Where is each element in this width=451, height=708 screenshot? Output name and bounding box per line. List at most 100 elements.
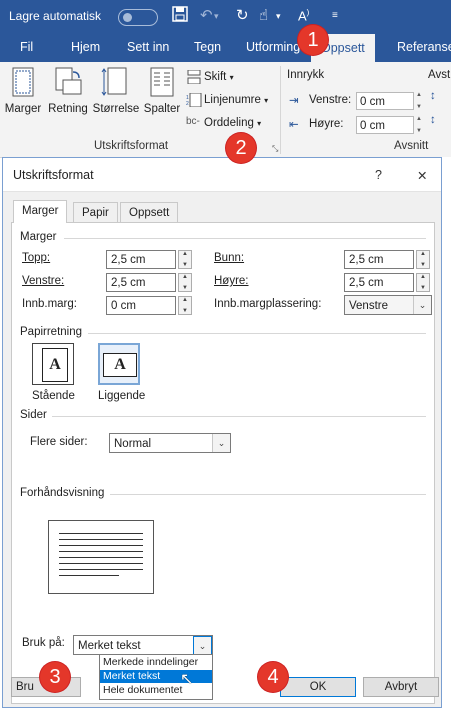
gutter-position-value: Venstre [349,300,388,312]
tab-file[interactable]: Fil [20,40,33,54]
landscape-option[interactable]: A [98,343,140,385]
left-margin-spinner[interactable] [178,273,192,292]
multiple-pages-select[interactable]: Normal ⌄ [109,433,231,453]
tab-design[interactable]: Utforming [246,40,300,54]
columns-label: Spalter [143,103,181,115]
page-setup-group-label: Utskriftsformat [94,140,169,152]
indent-left-input[interactable]: 0 cm [356,92,414,110]
columns-button[interactable]: Spalter [142,66,182,115]
callout-badge-1: 1 [298,25,328,55]
columns-icon [147,66,177,100]
svg-text:2: 2 [186,101,189,107]
divider [88,333,426,334]
orientation-section-title: Papirretning [20,326,83,338]
tab-references[interactable]: Referanser [397,40,451,54]
tab-layout-dialog[interactable]: Oppsett [120,202,179,223]
bottom-margin-input[interactable]: 2,5 cm [344,250,414,269]
breaks-label: Skift [204,71,227,84]
top-label: Topp: [22,252,51,264]
apply-to-dropdown-list: Merkede inndelinger Merket tekst Hele do… [99,654,213,700]
gutter-position-select[interactable]: Venstre ⌄ [344,295,432,315]
pages-section-title: Sider [20,409,47,421]
title-bar: Lagre automatisk ↶ ▾ ↻ ☝ ▾ A) ≡ [0,0,451,34]
indent-left-label: Venstre: [309,94,352,106]
page-preview [48,520,154,594]
indent-right-input[interactable]: 0 cm [356,116,414,134]
left-margin-input[interactable]: 2,5 cm [106,273,176,292]
redo-icon[interactable]: ↻ [236,6,249,24]
breaks-icon [186,69,202,85]
breaks-button[interactable]: Skift ▾ [186,69,234,85]
hyphenation-button[interactable]: bc- Orddeling ▾ [186,116,261,130]
size-button[interactable]: Størrelse [92,66,140,115]
orientation-icon [53,66,83,100]
size-icon [101,66,131,100]
apply-option-selected-text[interactable]: Merket tekst [100,670,212,683]
portrait-option[interactable]: A [32,343,74,385]
touch-mode-icon[interactable]: ☝ [259,6,268,24]
mouse-cursor-icon: ↖ [180,671,194,688]
undo-icon[interactable]: ↶ [200,6,213,24]
spacing-before-icon: ↕ [430,90,436,102]
right-margin-spinner[interactable] [416,273,430,292]
bottom-margin-spinner[interactable] [416,250,430,269]
indent-left-spinner[interactable] [416,92,426,110]
touch-dropdown-icon[interactable]: ▾ [276,11,281,22]
ok-button[interactable]: OK [280,677,356,697]
right-margin-input[interactable]: 2,5 cm [344,273,414,292]
spacing-title: Avst [428,69,451,81]
ribbon-tabs: Fil Hjem Sett inn Tegn Utforming Oppsett… [0,34,451,62]
size-label: Størrelse [92,103,140,115]
landscape-label: Liggende [98,390,146,402]
left-label: Venstre: [22,275,65,287]
bottom-label: Bunn: [214,252,245,264]
chevron-down-icon: ⌄ [212,434,230,452]
indent-right-label: Høyre: [309,118,344,130]
multiple-pages-value: Normal [114,438,152,450]
gutter-position-label: Innb.margplassering: [214,298,322,310]
cancel-button[interactable]: Avbryt [363,677,439,697]
apply-option-whole-document[interactable]: Hele dokumentet [100,684,212,697]
hyphenation-icon: bc- [186,116,200,127]
top-margin-spinner[interactable] [178,250,192,269]
autosave-toggle[interactable] [118,9,158,26]
close-icon[interactable]: ✕ [417,168,427,183]
tab-paper[interactable]: Papir [73,202,118,223]
help-icon[interactable]: ? [375,168,382,182]
indent-right-icon: ⇤ [289,119,299,131]
margins-label: Marger [4,103,42,115]
margins-section-title: Marger [20,231,57,243]
indent-right-spinner[interactable] [416,116,426,134]
customize-qat-icon[interactable]: ≡ [332,10,338,21]
tab-margins[interactable]: Marger [13,200,68,223]
divider [52,416,426,417]
callout-badge-4: 4 [258,662,288,692]
gutter-spinner[interactable] [178,296,192,315]
right-label: Høyre: [214,275,249,287]
hyphenation-label: Orddeling [204,117,254,130]
chevron-down-icon: ⌄ [193,636,212,656]
apply-to-value: Merket tekst [78,640,141,652]
save-icon[interactable] [172,6,188,26]
dialog-launcher-icon[interactable]: ⤡ [272,144,278,154]
margins-button[interactable]: Marger [4,66,42,115]
line-numbers-button[interactable]: 1 2 Linjenumre ▾ [186,92,268,108]
tab-insert[interactable]: Sett inn [127,40,169,54]
dialog-title: Utskriftsformat [13,168,94,182]
undo-dropdown-icon[interactable]: ▾ [214,11,219,22]
apply-option-sections[interactable]: Merkede inndelinger [100,656,212,669]
callout-badge-3: 3 [40,662,70,692]
tab-home[interactable]: Hjem [71,40,100,54]
preview-section-title: Forhåndsvisning [20,487,105,499]
margins-icon [8,66,38,100]
tab-draw[interactable]: Tegn [194,40,221,54]
font-size-icon[interactable]: A) [298,8,309,23]
line-numbers-icon: 12 [186,92,202,108]
gutter-input[interactable]: 0 cm [106,296,176,315]
group-divider [280,66,281,154]
indent-title: Innrykk [287,69,325,81]
spacing-after-icon: ↕ [430,114,436,126]
apply-to-select[interactable]: Merket tekst ⌄ [73,635,213,656]
orientation-button[interactable]: Retning [46,66,90,115]
top-margin-input[interactable]: 2,5 cm [106,250,176,269]
